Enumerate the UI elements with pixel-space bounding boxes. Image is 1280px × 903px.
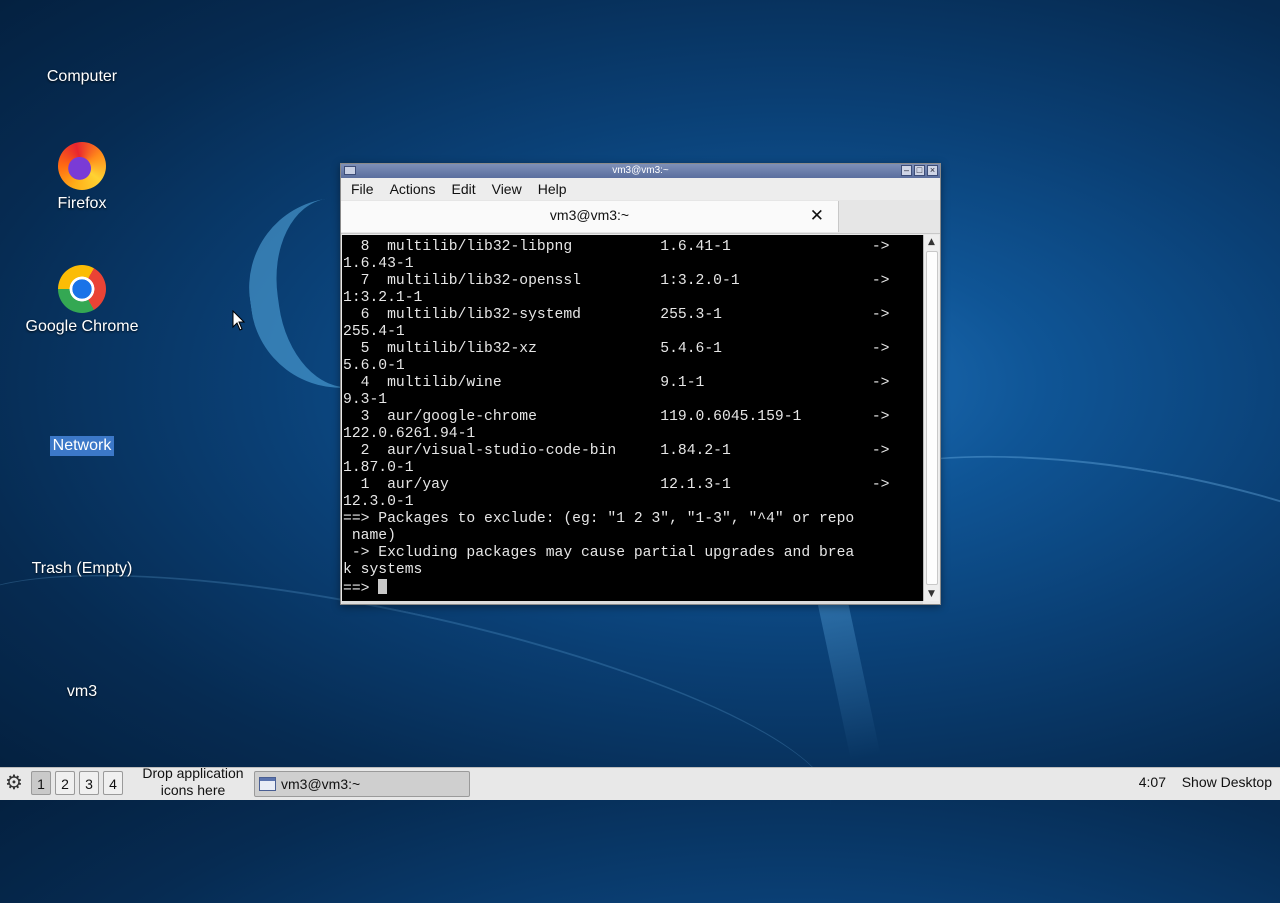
menubar: File Actions Edit View Help	[341, 178, 940, 200]
tab-label: vm3@vm3:~	[549, 207, 630, 223]
desktop-icon-label: Google Chrome	[25, 318, 139, 335]
window-titlebar[interactable]: vm3@vm3:~ – □ ×	[341, 164, 940, 178]
terminal-line: 7 multilib/lib32-openssl 1:3.2.0-1 ->	[343, 273, 890, 289]
desktop-icon-firefox[interactable]: Firefox	[12, 142, 152, 214]
desktop-switcher: 1 2 3 4	[31, 771, 123, 795]
menu-file[interactable]: File	[343, 181, 382, 197]
taskbar-window-title: vm3@vm3:~	[281, 776, 361, 792]
taskbar: ⚙ 1 2 3 4 Drop application icons here vm…	[0, 765, 1280, 800]
scroll-down-arrow-icon[interactable]: ▼	[924, 587, 939, 601]
desktop-icon-label: vm3	[66, 683, 98, 700]
menu-actions[interactable]: Actions	[382, 181, 444, 197]
window-menu-icon[interactable]	[344, 166, 356, 175]
window-title: vm3@vm3:~	[612, 165, 669, 176]
desktop-icon-label: Computer	[46, 68, 118, 85]
desktop-1-button[interactable]: 1	[31, 771, 51, 795]
vertical-scrollbar[interactable]: ▲ ▼	[923, 235, 939, 601]
desktop-icon-computer[interactable]: Computer	[12, 67, 152, 87]
chrome-icon	[58, 265, 106, 313]
terminal-line: k systems	[343, 562, 423, 578]
terminal-tab[interactable]: vm3@vm3:~ ✕	[341, 201, 839, 232]
terminal-line: 1.87.0-1	[343, 460, 414, 476]
close-tab-icon[interactable]: ✕	[810, 206, 824, 226]
terminal-window[interactable]: vm3@vm3:~ – □ × File Actions Edit View H…	[340, 163, 941, 605]
terminal-line: 255.4-1	[343, 324, 405, 340]
terminal-line: 9.3-1	[343, 392, 388, 408]
terminal-line: 8 multilib/lib32-libpng 1.6.41-1 ->	[343, 239, 890, 255]
terminal-line: 1 aur/yay 12.1.3-1 ->	[343, 477, 890, 493]
mouse-pointer-icon	[232, 310, 246, 331]
menu-help[interactable]: Help	[530, 181, 575, 197]
clock[interactable]: 4:07	[1139, 774, 1166, 790]
terminal-line: 4 multilib/wine 9.1-1 ->	[343, 375, 890, 391]
terminal-line: 5 multilib/lib32-xz 5.4.6-1 ->	[343, 341, 890, 357]
desktop-icon-label: Firefox	[57, 195, 107, 212]
terminal-line: ==> Packages to exclude: (eg: "1 2 3", "…	[343, 511, 855, 527]
firefox-icon	[58, 142, 106, 190]
tab-bar: vm3@vm3:~ ✕	[341, 200, 940, 234]
terminal-line: 1.6.43-1	[343, 256, 414, 272]
terminal-line: 122.0.6261.94-1	[343, 426, 476, 442]
terminal-line: -> Excluding packages may cause partial …	[343, 545, 855, 561]
desktop-2-button[interactable]: 2	[55, 771, 75, 795]
launcher-drop-area[interactable]: Drop application icons here	[136, 765, 250, 799]
scrollbar-thumb[interactable]	[926, 251, 938, 585]
terminal-line: 6 multilib/lib32-systemd 255.3-1 ->	[343, 307, 890, 323]
show-desktop-button[interactable]: Show Desktop	[1182, 774, 1272, 790]
scroll-up-arrow-icon[interactable]: ▲	[924, 235, 939, 249]
minimize-button[interactable]: –	[901, 165, 912, 176]
drop-text-line1: Drop application	[142, 765, 244, 781]
desktop-icon-chrome[interactable]: Google Chrome	[12, 265, 152, 337]
terminal-line: 2 aur/visual-studio-code-bin 1.84.2-1 ->	[343, 443, 890, 459]
terminal-line: 5.6.0-1	[343, 358, 405, 374]
maximize-button[interactable]: □	[914, 165, 925, 176]
terminal-line: name)	[343, 528, 396, 544]
terminal-line: 1:3.2.1-1	[343, 290, 423, 306]
desktop-icon-label: Trash (Empty)	[31, 560, 133, 577]
drop-text-line2: icons here	[160, 782, 226, 798]
desktop-4-button[interactable]: 4	[103, 771, 123, 795]
desktop-icon-network[interactable]: Network	[12, 436, 152, 456]
start-menu-icon[interactable]: ⚙	[3, 771, 25, 795]
desktop-icon-label: Network	[49, 436, 115, 456]
terminal-output[interactable]: 8 multilib/lib32-libpng 1.6.41-1 -> 1.6.4…	[342, 235, 923, 601]
menu-edit[interactable]: Edit	[443, 181, 483, 197]
prompt-text: ==>	[343, 581, 379, 597]
taskbar-window-button[interactable]: vm3@vm3:~	[254, 771, 470, 797]
desktop-icon-trash[interactable]: Trash (Empty)	[12, 559, 152, 579]
terminal-prompt-line[interactable]: ==>	[342, 579, 889, 598]
desktop-3-button[interactable]: 3	[79, 771, 99, 795]
terminal-window-icon	[259, 777, 276, 791]
text-cursor	[378, 579, 388, 594]
terminal-line: 3 aur/google-chrome 119.0.6045.159-1 ->	[343, 409, 890, 425]
horizontal-scrollbar[interactable]	[342, 601, 923, 604]
terminal-line: 12.3.0-1	[343, 494, 414, 510]
close-button[interactable]: ×	[927, 165, 938, 176]
menu-view[interactable]: View	[484, 181, 530, 197]
desktop-icon-home[interactable]: vm3	[12, 682, 152, 702]
